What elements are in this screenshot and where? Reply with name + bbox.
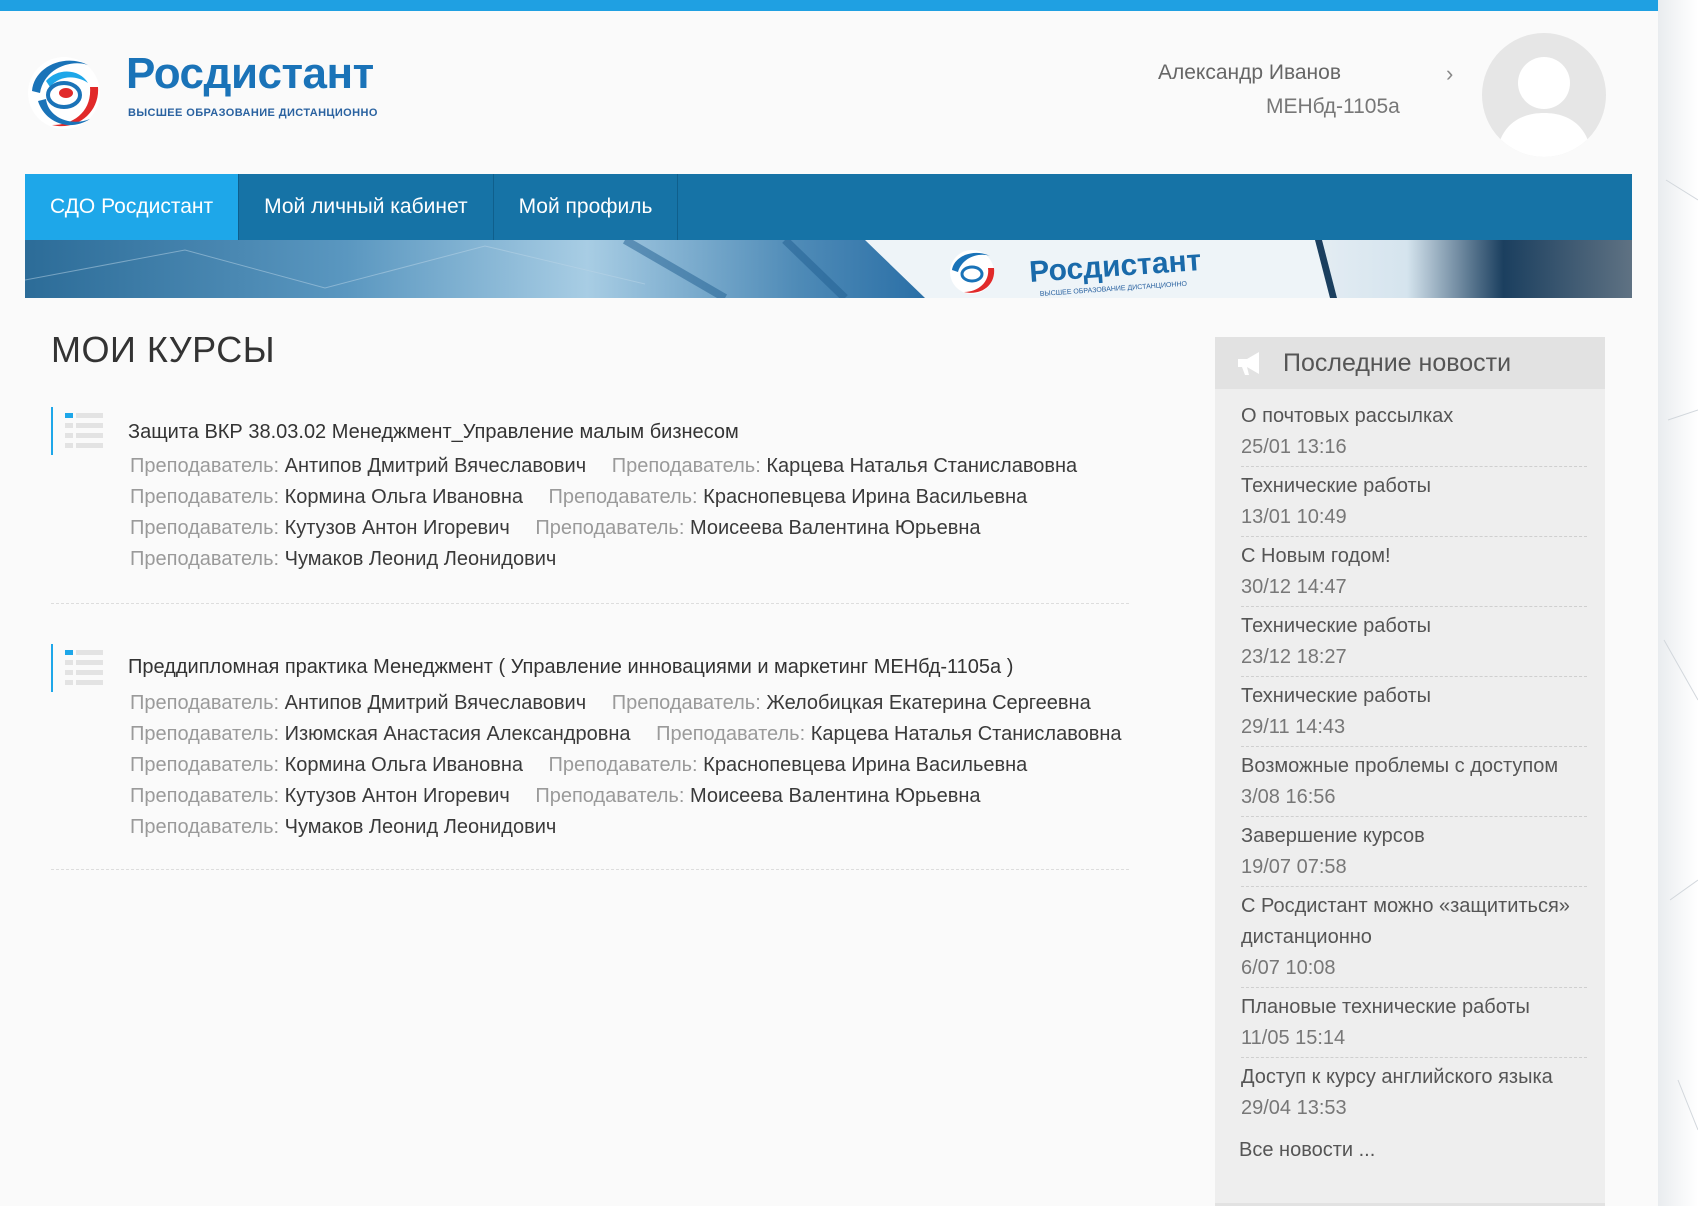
news-item[interactable]: Технические работы 13/01 10:49: [1241, 467, 1587, 537]
news-item-title[interactable]: О почтовых рассылках: [1241, 401, 1587, 432]
course-list-icon[interactable]: [65, 411, 103, 449]
course-teachers: Преподаватель: Антипов Дмитрий Вячеславо…: [130, 688, 1142, 843]
course-accent-bar: [51, 407, 53, 455]
user-group: МЕНбд-1105а: [1266, 95, 1400, 118]
course-list-icon[interactable]: [65, 648, 103, 686]
news-item-date: 30/12 14:47: [1241, 576, 1347, 598]
news-item-date: 29/04 13:53: [1241, 1097, 1347, 1119]
teacher-label: Преподаватель:: [611, 692, 761, 714]
news-item-title[interactable]: С Росдистант можно «защититься» дистанци…: [1241, 891, 1587, 953]
teacher-name-link[interactable]: Кутузов Антон Игоревич: [285, 785, 510, 807]
news-item[interactable]: О почтовых рассылках 25/01 13:16: [1241, 397, 1587, 467]
news-title: Последние новости: [1283, 348, 1512, 377]
teacher-label: Преподаватель:: [548, 754, 698, 776]
teacher-label: Преподаватель:: [130, 723, 280, 745]
teacher-label: Преподаватель:: [130, 785, 280, 807]
teacher-label: Преподаватель:: [548, 486, 698, 508]
teacher-label: Преподаватель:: [611, 455, 761, 477]
news-item-title[interactable]: Технические работы: [1241, 471, 1587, 502]
news-item-date: 13/01 10:49: [1241, 506, 1347, 528]
teacher-label: Преподаватель:: [130, 754, 280, 776]
news-item[interactable]: Плановые технические работы 11/05 15:14: [1241, 988, 1587, 1058]
nav-item-personal-cabinet[interactable]: Мой личный кабинет: [239, 174, 494, 240]
teacher-name-link[interactable]: Желобицкая Екатерина Сергеевна: [766, 692, 1090, 714]
teacher-name-link[interactable]: Краснопевцева Ирина Васильевна: [703, 486, 1027, 508]
teacher-name-link[interactable]: Изюмская Анастасия Александровна: [285, 723, 631, 745]
news-item-title[interactable]: Технические работы: [1241, 611, 1587, 642]
teacher-name-link[interactable]: Моисеева Валентина Юрьевна: [690, 785, 981, 807]
news-item[interactable]: Технические работы 23/12 18:27: [1241, 607, 1587, 677]
news-item-title[interactable]: Технические работы: [1241, 681, 1587, 712]
user-name-link[interactable]: Александр Иванов: [1158, 61, 1341, 85]
news-item[interactable]: Доступ к курсу английского языка 29/04 1…: [1241, 1058, 1587, 1127]
news-item-title[interactable]: Плановые технические работы: [1241, 992, 1587, 1023]
latest-news-block: Последние новости О почтовых рассылках 2…: [1215, 337, 1605, 1206]
news-header: Последние новости: [1215, 337, 1605, 389]
teacher-name-link[interactable]: Чумаков Леонид Леонидович: [285, 548, 557, 570]
news-list: О почтовых рассылках 25/01 13:16 Техниче…: [1215, 397, 1605, 1127]
brand-name: Росдистант: [126, 49, 374, 98]
page: Росдистант ВЫСШЕЕ ОБРАЗОВАНИЕ ДИСТАНЦИОН…: [0, 11, 1658, 1206]
teacher-label: Преподаватель:: [535, 785, 685, 807]
teacher-name-link[interactable]: Карцева Наталья Станиславовна: [766, 455, 1077, 477]
course-teachers: Преподаватель: Антипов Дмитрий Вячеславо…: [130, 451, 1097, 575]
teacher-label: Преподаватель:: [130, 455, 280, 477]
main-nav: СДО Росдистант Мой личный кабинет Мой пр…: [25, 174, 1632, 240]
course-title-link[interactable]: Преддипломная практика Менеджмент ( Упра…: [128, 656, 1013, 679]
teacher-name-link[interactable]: Кормина Ольга Ивановна: [285, 754, 523, 776]
teacher-name-link[interactable]: Кутузов Антон Игоревич: [285, 517, 510, 539]
teacher-label: Преподаватель:: [130, 816, 280, 838]
browser-side-panel: [1658, 0, 1698, 1206]
course-accent-bar: [51, 644, 53, 692]
teacher-label: Преподаватель:: [130, 548, 280, 570]
news-item-date: 6/07 10:08: [1241, 957, 1336, 979]
news-item-date: 23/12 18:27: [1241, 646, 1347, 668]
chevron-right-icon[interactable]: ›: [1446, 61, 1453, 87]
teacher-name-link[interactable]: Антипов Дмитрий Вячеславович: [285, 692, 587, 714]
news-item[interactable]: Завершение курсов 19/07 07:58: [1241, 817, 1587, 887]
teacher-label: Преподаватель:: [130, 517, 280, 539]
teacher-label: Преподаватель:: [130, 692, 280, 714]
news-item-date: 11/05 15:14: [1241, 1027, 1346, 1049]
teacher-label: Преподаватель:: [656, 723, 806, 745]
course-title-link[interactable]: Защита ВКР 38.03.02 Менеджмент_Управлени…: [128, 421, 739, 444]
megaphone-icon: [1238, 352, 1259, 375]
course-divider: [51, 869, 1129, 870]
news-item-title[interactable]: Возможные проблемы с доступом: [1241, 751, 1587, 782]
news-item-date: 25/01 13:16: [1241, 436, 1347, 458]
nav-item-my-profile[interactable]: Мой профиль: [494, 174, 679, 240]
banner-graphic: Росдистант ВЫСШЕЕ ОБРАЗОВАНИЕ ДИСТАНЦИОН…: [25, 240, 1337, 298]
news-item-date: 29/11 14:43: [1241, 716, 1346, 738]
news-item[interactable]: Возможные проблемы с доступом 3/08 16:56: [1241, 747, 1587, 817]
page-title: МОИ КУРСЫ: [51, 329, 276, 370]
news-item-title[interactable]: Доступ к курсу английского языка: [1241, 1062, 1587, 1093]
teacher-label: Преподаватель:: [130, 486, 280, 508]
news-item-title[interactable]: С Новым годом!: [1241, 541, 1587, 572]
news-item-title[interactable]: Завершение курсов: [1241, 821, 1587, 852]
course-divider: [51, 603, 1129, 604]
teacher-name-link[interactable]: Кормина Ольга Ивановна: [285, 486, 523, 508]
top-accent-strip: [0, 0, 1658, 11]
teacher-name-link[interactable]: Краснопевцева Ирина Васильевна: [703, 754, 1027, 776]
news-item[interactable]: С Росдистант можно «защититься» дистанци…: [1241, 887, 1587, 988]
teacher-name-link[interactable]: Чумаков Леонид Леонидович: [285, 816, 557, 838]
teacher-label: Преподаватель:: [535, 517, 685, 539]
teacher-name-link[interactable]: Антипов Дмитрий Вячеславович: [285, 455, 587, 477]
nav-item-sdo-rosdistant[interactable]: СДО Росдистант: [25, 174, 240, 240]
all-news-link[interactable]: Все новости ...: [1215, 1127, 1605, 1162]
news-item-date: 3/08 16:56: [1241, 786, 1336, 808]
header-banner: Росдистант ВЫСШЕЕ ОБРАЗОВАНИЕ ДИСТАНЦИОН…: [25, 240, 1632, 298]
news-item[interactable]: С Новым годом! 30/12 14:47: [1241, 537, 1587, 607]
news-item-date: 19/07 07:58: [1241, 856, 1347, 878]
brand-tagline: ВЫСШЕЕ ОБРАЗОВАНИЕ ДИСТАНЦИОННО: [128, 107, 378, 119]
avatar[interactable]: [1482, 33, 1606, 157]
user-silhouette-icon: [1496, 57, 1592, 157]
teacher-name-link[interactable]: Карцева Наталья Станиславовна: [811, 723, 1122, 745]
teacher-name-link[interactable]: Моисеева Валентина Юрьевна: [690, 517, 981, 539]
rosdistant-logo-icon[interactable]: [24, 47, 106, 139]
news-item[interactable]: Технические работы 29/11 14:43: [1241, 677, 1587, 747]
